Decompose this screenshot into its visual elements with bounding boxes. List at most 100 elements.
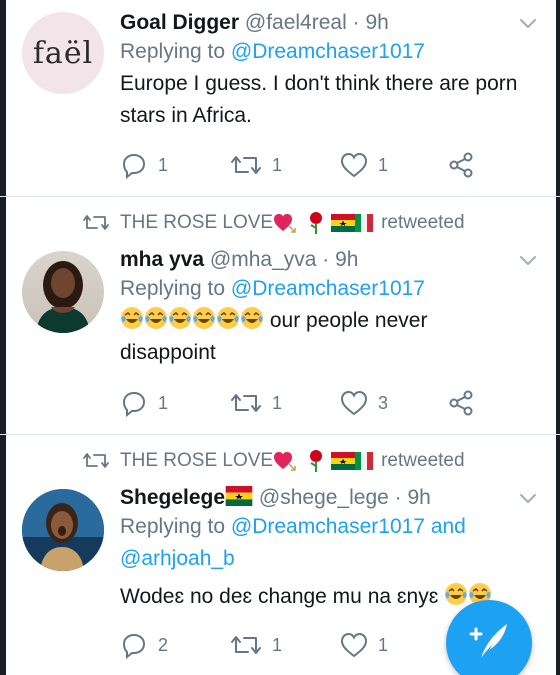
author-name[interactable]: Shegelege: [120, 486, 225, 509]
replying-to-line: Replying to @Dreamchaser1017: [120, 36, 520, 68]
author-name[interactable]: Goal Digger: [120, 11, 239, 34]
timeline-feed: faël Goal Digger @fael4real · 9h Replyin…: [0, 0, 560, 675]
replying-to-prefix: Replying to: [120, 277, 231, 300]
retweeted-by-line: THE ROSE LOVE retweeted: [82, 211, 465, 235]
replying-to-line: Replying to @Dreamchaser1017: [120, 273, 520, 305]
like-button[interactable]: 1: [340, 630, 388, 660]
tweet-actions: 1 1 3: [120, 388, 500, 418]
retweet-icon: [231, 156, 261, 174]
meta-separator: ·: [322, 248, 330, 271]
retweeted-label: retweeted: [381, 212, 465, 233]
heart-emoji-icon: [274, 214, 296, 233]
like-count: 1: [378, 154, 389, 175]
tweet-text: our people never disappoint: [120, 305, 520, 369]
retweeted-label: retweeted: [381, 450, 465, 471]
compose-tweet-icon: [469, 624, 507, 658]
replying-to-and: and: [424, 515, 466, 538]
tweet-time[interactable]: 9h: [365, 11, 388, 34]
retweet-button[interactable]: 1: [230, 388, 282, 418]
reply-count: 2: [158, 634, 169, 655]
retweet-icon: [83, 215, 109, 230]
author-name[interactable]: mha yva: [120, 248, 204, 271]
reply-count: 1: [158, 154, 169, 175]
tweet-time[interactable]: 9h: [408, 486, 431, 509]
chevron-down-icon[interactable]: [518, 251, 538, 271]
tweet-header: mha yva @mha_yva · 9h: [120, 247, 520, 273]
laughing-emoji-icon: [121, 307, 143, 329]
like-icon: [340, 632, 368, 658]
laughing-emoji-icon: [445, 583, 468, 605]
chevron-down-icon[interactable]: [518, 14, 538, 34]
share-icon: [449, 390, 473, 416]
tweet-card[interactable]: faël Goal Digger @fael4real · 9h Replyin…: [0, 0, 560, 196]
retweet-count: 1: [272, 634, 283, 655]
reply-button[interactable]: 2: [120, 630, 168, 660]
laughing-emoji-icon: [217, 307, 239, 329]
italy-flag-icon: [355, 452, 374, 470]
retweet-icon: [231, 636, 261, 654]
reply-button[interactable]: 1: [120, 150, 168, 180]
retweet-count: 1: [272, 392, 283, 413]
author-handle[interactable]: @fael4real: [245, 11, 347, 34]
like-button[interactable]: 3: [340, 388, 388, 418]
like-count: 1: [378, 634, 389, 655]
avatar[interactable]: [22, 489, 104, 571]
reply-button[interactable]: 1: [120, 388, 168, 418]
tweet-actions: 2 1 1: [120, 630, 500, 660]
like-button[interactable]: 1: [340, 150, 388, 180]
laughing-emoji-icon: [193, 307, 215, 329]
like-icon: [340, 152, 368, 178]
avatar[interactable]: [22, 251, 104, 333]
ghana-flag-icon: [331, 214, 356, 232]
tweet-body: mha yva @mha_yva · 9h Replying to @Dream…: [120, 247, 520, 369]
author-handle[interactable]: @shege_lege: [259, 486, 389, 509]
replying-to-prefix: Replying to: [120, 40, 231, 63]
tweet-body: Goal Digger @fael4real · 9h Replying to …: [120, 10, 520, 132]
share-icon: [449, 152, 473, 178]
rose-emoji-icon: [310, 212, 323, 234]
tweet-body: Shegelege @shege_lege · 9h Replying to @…: [120, 485, 520, 613]
tweet-header: Goal Digger @fael4real · 9h: [120, 10, 520, 36]
laughing-emoji-icon: [169, 307, 191, 329]
share-button[interactable]: [448, 150, 474, 180]
reply-icon: [122, 633, 146, 659]
retweet-icon: [83, 453, 109, 468]
author-handle[interactable]: @mha_yva: [210, 248, 317, 271]
retweeter-name[interactable]: THE ROSE LOVE: [120, 212, 273, 234]
retweet-button[interactable]: 1: [230, 630, 282, 660]
laughing-emoji-row: [120, 307, 264, 332]
retweet-button[interactable]: 1: [230, 150, 282, 180]
rose-emoji-icon: [310, 450, 323, 472]
meta-separator: ·: [394, 486, 402, 509]
like-count: 3: [378, 392, 389, 413]
tweet-header: Shegelege @shege_lege · 9h: [120, 485, 520, 511]
replying-to-mention[interactable]: @Dreamchaser1017: [231, 515, 425, 538]
tweet-text: Europe I guess. I don't think there are …: [120, 72, 518, 127]
tweet-time[interactable]: 9h: [335, 248, 358, 271]
reply-icon: [122, 391, 146, 417]
retweeter-name[interactable]: THE ROSE LOVE: [120, 450, 273, 472]
replying-to-prefix: Replying to: [120, 515, 231, 538]
share-button[interactable]: [448, 388, 474, 418]
italy-flag-icon: [355, 214, 374, 232]
heart-emoji-icon: [274, 452, 296, 471]
like-icon: [340, 390, 368, 416]
laughing-emoji-icon: [241, 307, 263, 329]
avatar[interactable]: faël: [22, 12, 104, 94]
avatar-logo-text: faël: [32, 35, 94, 71]
avatar-photo: [36, 261, 90, 333]
meta-separator: ·: [352, 11, 360, 34]
ghana-flag-icon: [225, 486, 253, 506]
chevron-down-icon[interactable]: [518, 489, 538, 509]
replying-to-mention-2[interactable]: @arhjoah_b: [120, 547, 235, 570]
replying-to-line: Replying to @Dreamchaser1017 and @arhjoa…: [120, 511, 520, 575]
tweet-card[interactable]: THE ROSE LOVE retweeted mha yva @mha_yva…: [0, 197, 560, 434]
replying-to-mention[interactable]: @Dreamchaser1017: [231, 40, 425, 63]
laughing-emoji-icon: [145, 307, 167, 329]
avatar-photo: [22, 489, 104, 571]
reply-count: 1: [158, 392, 169, 413]
tweet-text-content: Wodeɛ no deɛ change mu na ɛnyɛ: [120, 585, 439, 608]
replying-to-mention[interactable]: @Dreamchaser1017: [231, 277, 425, 300]
retweeted-by-line: THE ROSE LOVE retweeted: [82, 449, 465, 473]
tweet-actions: 1 1 1: [120, 150, 500, 180]
